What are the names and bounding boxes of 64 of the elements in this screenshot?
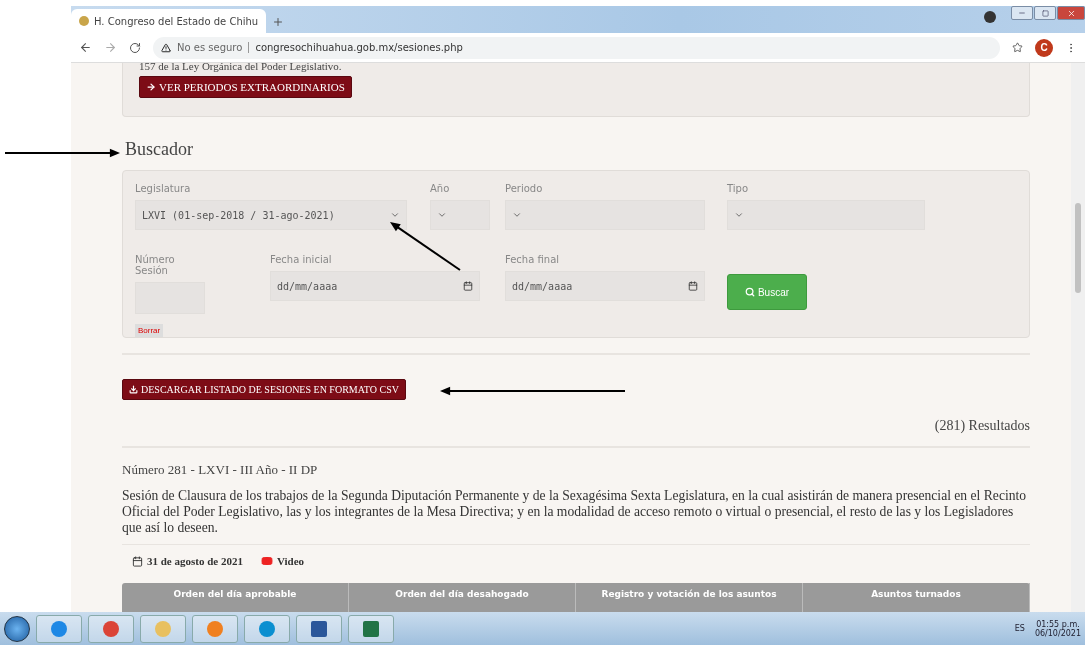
date-field[interactable]: dd/mm/aaaa bbox=[505, 271, 705, 301]
taskbar-app-icon[interactable] bbox=[244, 614, 290, 643]
clear-button[interactable]: Borrar bbox=[135, 324, 164, 337]
start-button[interactable] bbox=[4, 615, 30, 642]
session-description: Sesión de Clausura de los trabajos de la Segunda Diputación Permanente y de la Sexagésima Sexta Legislatura, en la cual asistirán de manera presencial en el Recinto Oficial del Poder Legislativo, las y los integrantes de la Mesa Directiva; y en la modalidad de acceso remoto o virtual o presencial, el resto de las y los Legisladores que así lo deseen. bbox=[122, 488, 1028, 536]
annotation-arrow bbox=[390, 222, 461, 271]
chevron-down-icon bbox=[437, 210, 447, 220]
site-icon bbox=[79, 16, 89, 26]
taskbar-app-icon[interactable] bbox=[36, 614, 82, 643]
calendar-icon bbox=[132, 555, 143, 567]
csv-download-button[interactable]: DESCARGAR LISTADO DE SESIONES EN FORMATO CSV bbox=[122, 379, 406, 400]
bookmark-star-icon[interactable] bbox=[1012, 42, 1023, 53]
url-text: congresochihuahua.gob.mx/sesiones.php bbox=[255, 42, 463, 53]
clock-date: 06/10/2021 bbox=[1034, 628, 1081, 638]
extraordinary-periods-button[interactable]: VER PERIODOS EXTRAORDINARIOS bbox=[139, 76, 352, 98]
minimize-icon bbox=[1018, 9, 1026, 17]
taskbar-app-icon[interactable] bbox=[296, 614, 342, 643]
video-icon bbox=[260, 555, 273, 567]
field-label: Fecha inicial bbox=[270, 254, 332, 265]
warning-icon bbox=[161, 42, 171, 53]
maximize-button[interactable] bbox=[1034, 6, 1056, 20]
chevron-down-icon bbox=[390, 210, 400, 220]
select-field[interactable]: LXVI (01-sep-2018 / 31-ago-2021) bbox=[135, 200, 407, 230]
reload-button[interactable] bbox=[129, 41, 141, 54]
calendar-icon bbox=[463, 281, 473, 291]
field-label: Legislatura bbox=[135, 183, 191, 194]
profile-icon[interactable] bbox=[984, 11, 996, 23]
close-button[interactable] bbox=[1057, 6, 1085, 20]
chevron-down-icon bbox=[512, 210, 522, 220]
date-field[interactable]: dd/mm/aaaa bbox=[270, 271, 480, 301]
session-heading: Número 281 - LXVI - III Año - II DP bbox=[122, 462, 319, 478]
field-label: Número Sesión bbox=[135, 254, 176, 276]
new-tab-button[interactable] bbox=[272, 16, 284, 28]
address-bar[interactable]: No es seguro congresochihuahua.gob.mx/sesiones.php bbox=[153, 36, 1000, 59]
language-indicator: ES bbox=[1014, 624, 1025, 633]
calendar-icon bbox=[688, 281, 698, 291]
select-field[interactable] bbox=[727, 200, 925, 230]
security-label: No es seguro bbox=[177, 42, 250, 53]
session-date: 31 de agosto de 2021 bbox=[132, 555, 243, 567]
field-label: Fecha final bbox=[505, 254, 560, 265]
taskbar-app-icon[interactable] bbox=[348, 614, 394, 643]
select-field[interactable] bbox=[430, 200, 490, 230]
download-icon bbox=[129, 385, 138, 394]
section-heading: Buscador bbox=[125, 139, 194, 160]
select-field[interactable] bbox=[505, 200, 705, 230]
field-label: Periodo bbox=[505, 183, 543, 194]
intro-text: 157 de la Ley Orgánica del Poder Legislativo. bbox=[139, 63, 342, 72]
field-label: Año bbox=[430, 183, 450, 194]
profile-avatar[interactable]: C bbox=[1035, 38, 1053, 57]
taskbar-app-icon[interactable] bbox=[88, 614, 134, 643]
search-icon bbox=[744, 287, 755, 297]
close-icon bbox=[1066, 8, 1076, 18]
chevron-down-icon bbox=[734, 210, 744, 220]
back-button[interactable] bbox=[79, 41, 92, 54]
minimize-button[interactable] bbox=[1011, 6, 1033, 20]
restore-icon bbox=[1041, 9, 1049, 17]
clock-time: 01:55 p.m. bbox=[1036, 619, 1080, 629]
arrow-right-icon bbox=[146, 82, 156, 92]
browser-tab[interactable]: H. Congreso del Estado de Chihu bbox=[71, 9, 266, 33]
forward-button[interactable] bbox=[104, 41, 117, 54]
results-count: (281) Resultados bbox=[934, 418, 1030, 434]
tab-title: H. Congreso del Estado de Chihu bbox=[94, 15, 259, 27]
field-label: Tipo bbox=[727, 183, 749, 194]
video-link[interactable]: Video bbox=[260, 555, 305, 567]
